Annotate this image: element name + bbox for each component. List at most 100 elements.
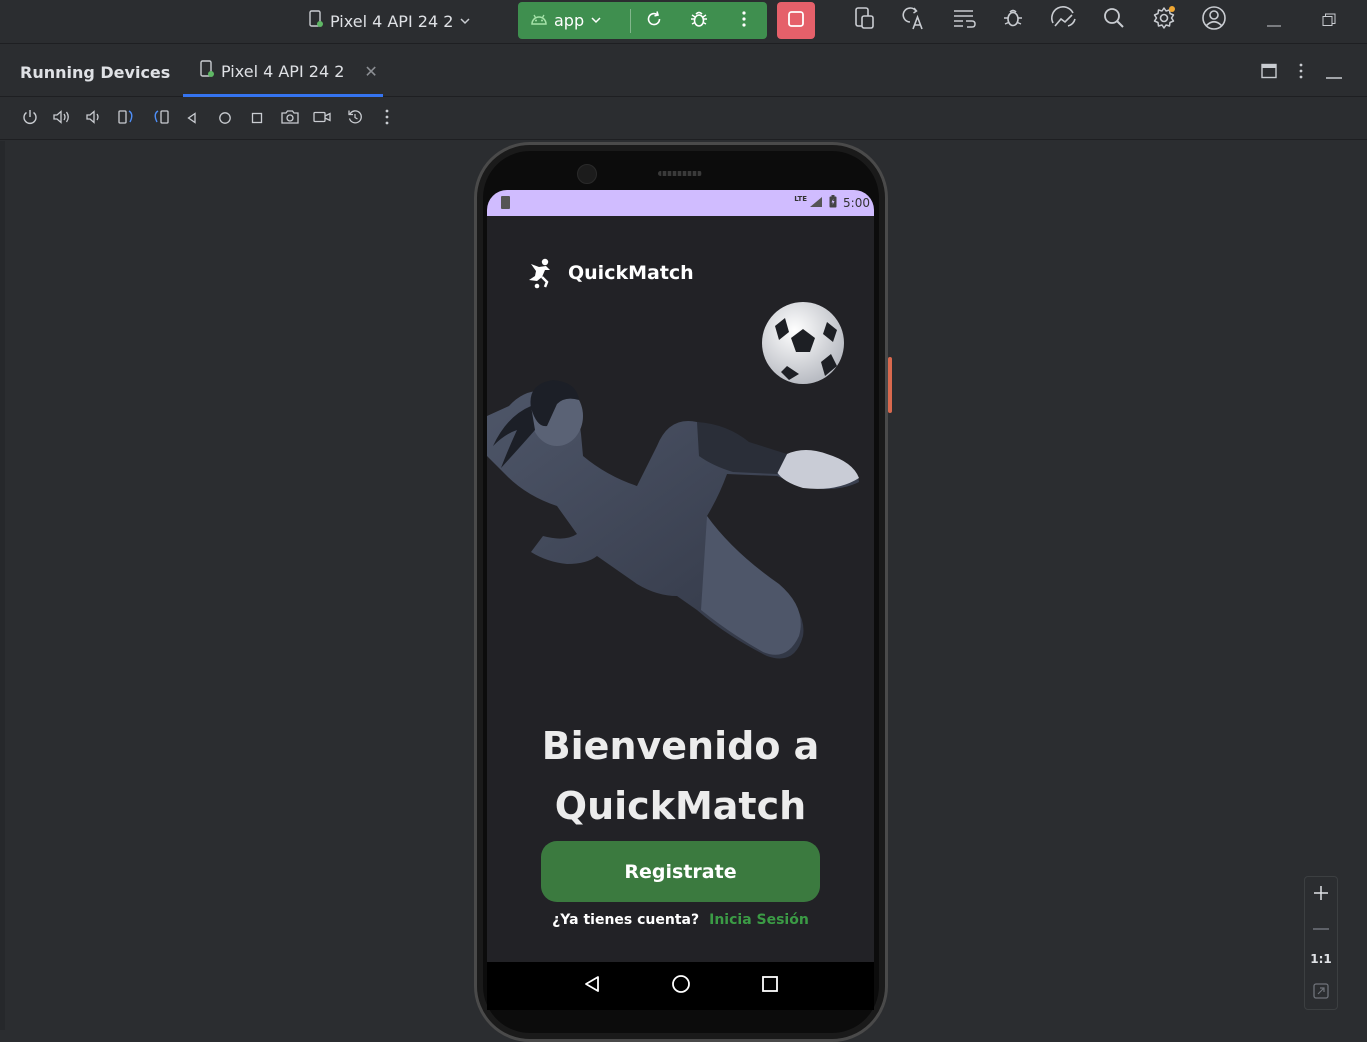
- more-vertical-icon: [741, 10, 747, 32]
- android-nav-bar: [487, 962, 874, 1010]
- stop-button[interactable]: [777, 2, 815, 39]
- device-icon: [308, 10, 324, 32]
- tool-icons-group: [850, 6, 1228, 34]
- rerun-icon: [645, 10, 663, 32]
- restore-window-button[interactable]: [1315, 8, 1343, 34]
- list-wrap-icon: [951, 5, 977, 35]
- power-button[interactable]: [19, 108, 41, 130]
- signal-icon: [809, 196, 823, 211]
- back-icon: [185, 110, 199, 129]
- battery-icon: [829, 195, 837, 211]
- fit-screen-icon: [1313, 982, 1329, 1002]
- device-icon: [199, 60, 215, 82]
- minimize-icon: [1267, 12, 1281, 31]
- translations-button[interactable]: [900, 6, 928, 34]
- network-type: LTE: [794, 195, 808, 203]
- reset-icon: [346, 108, 364, 130]
- device-screen[interactable]: LTE 5:00 QuickMatch Bienvenido a QuickMa…: [487, 190, 874, 1010]
- tab-active-indicator: [183, 94, 383, 97]
- layout-button[interactable]: [1259, 63, 1279, 83]
- debug-button[interactable]: [676, 2, 721, 39]
- main-toolbar: Pixel 4 API 24 2 app: [0, 0, 1367, 44]
- more-vertical-icon: [1299, 63, 1303, 83]
- overview-button[interactable]: [246, 108, 268, 130]
- device-manager-icon: [851, 5, 877, 35]
- screenshot-button[interactable]: [279, 108, 301, 130]
- nav-back-button[interactable]: [580, 974, 604, 998]
- zoom-in-button[interactable]: [1305, 879, 1337, 909]
- volume-up-icon: [52, 108, 72, 130]
- zoom-out-button[interactable]: [1305, 911, 1337, 941]
- device-toolbar: [0, 98, 1367, 140]
- profiler-icon: [1050, 5, 1078, 35]
- structure-button[interactable]: [950, 6, 978, 34]
- login-prompt: ¿Ya tienes cuenta? Inicia Sesión: [487, 912, 874, 928]
- minimize-window-button[interactable]: [1260, 8, 1288, 34]
- soccer-player-logo-icon: [523, 256, 557, 290]
- left-gutter: [0, 141, 5, 1030]
- more-actions-button[interactable]: [721, 2, 766, 39]
- running-devices-header: Running Devices Pixel 4 API 24 2 ✕: [0, 45, 1367, 97]
- panel-title: Running Devices: [20, 63, 171, 82]
- status-bar: LTE 5:00: [487, 190, 874, 216]
- android-icon: [530, 11, 548, 30]
- welcome-line-2: QuickMatch: [554, 784, 807, 828]
- rotate-left-button[interactable]: [116, 108, 138, 130]
- volume-down-icon: [85, 108, 103, 130]
- app-name: QuickMatch: [568, 262, 694, 284]
- stop-icon: [787, 10, 805, 32]
- hide-panel-button[interactable]: [1324, 63, 1344, 83]
- settings-button[interactable]: [1150, 6, 1178, 34]
- minus-icon: [1313, 919, 1329, 933]
- restore-icon: [1322, 12, 1336, 31]
- app-inspection-button[interactable]: [1000, 6, 1028, 34]
- device-selector[interactable]: Pixel 4 API 24 2: [308, 8, 471, 34]
- rotate-left-icon: [117, 108, 137, 130]
- home-icon: [218, 110, 232, 129]
- close-icon[interactable]: ✕: [364, 62, 377, 81]
- nav-home-button[interactable]: [669, 974, 693, 998]
- login-link[interactable]: Inicia Sesión: [709, 912, 809, 928]
- register-button[interactable]: Registrate: [541, 841, 820, 902]
- nav-overview-button[interactable]: [758, 974, 782, 998]
- hero-soccer-player-image: [487, 296, 874, 676]
- sd-card-icon: [501, 196, 510, 209]
- more-device-actions-button[interactable]: [376, 108, 398, 130]
- fit-screen-button[interactable]: [1305, 977, 1337, 1007]
- welcome-line-1: Bienvenido a: [541, 724, 820, 768]
- zoom-controls: 1:1: [1304, 876, 1338, 1010]
- rotate-right-button[interactable]: [149, 108, 171, 130]
- user-icon: [1201, 5, 1227, 35]
- rerun-button[interactable]: [631, 2, 676, 39]
- chevron-down-icon: [590, 11, 602, 30]
- run-config-selector[interactable]: app: [518, 11, 630, 30]
- run-config-label: app: [554, 11, 585, 30]
- login-question: ¿Ya tienes cuenta?: [552, 912, 700, 928]
- video-camera-icon: [312, 108, 332, 130]
- screen-record-button[interactable]: [311, 108, 333, 130]
- panel-options-button[interactable]: [1291, 63, 1311, 83]
- volume-down-button[interactable]: [83, 108, 105, 130]
- more-vertical-icon: [385, 109, 389, 129]
- volume-up-button[interactable]: [51, 108, 73, 130]
- profiler-button[interactable]: [1050, 6, 1078, 34]
- plus-icon: [1313, 885, 1329, 904]
- device-selector-label: Pixel 4 API 24 2: [330, 11, 454, 31]
- search-button[interactable]: [1100, 6, 1128, 34]
- tab-label: Pixel 4 API 24 2: [221, 61, 345, 81]
- run-config-group: app: [518, 2, 767, 39]
- status-time: 5:00: [843, 196, 870, 210]
- home-button[interactable]: [214, 108, 236, 130]
- tab-device[interactable]: Pixel 4 API 24 2 ✕: [183, 45, 383, 97]
- earpiece-speaker: [658, 171, 702, 176]
- reset-button[interactable]: [344, 108, 366, 130]
- back-button[interactable]: [181, 108, 203, 130]
- overview-icon: [250, 110, 264, 129]
- bug-icon: [689, 9, 709, 33]
- actual-size-button[interactable]: 1:1: [1305, 944, 1337, 974]
- device-manager-button[interactable]: [850, 6, 878, 34]
- account-button[interactable]: [1200, 6, 1228, 34]
- window-layout-icon: [1261, 63, 1277, 83]
- device-side-button[interactable]: [888, 357, 892, 413]
- search-icon: [1102, 6, 1126, 34]
